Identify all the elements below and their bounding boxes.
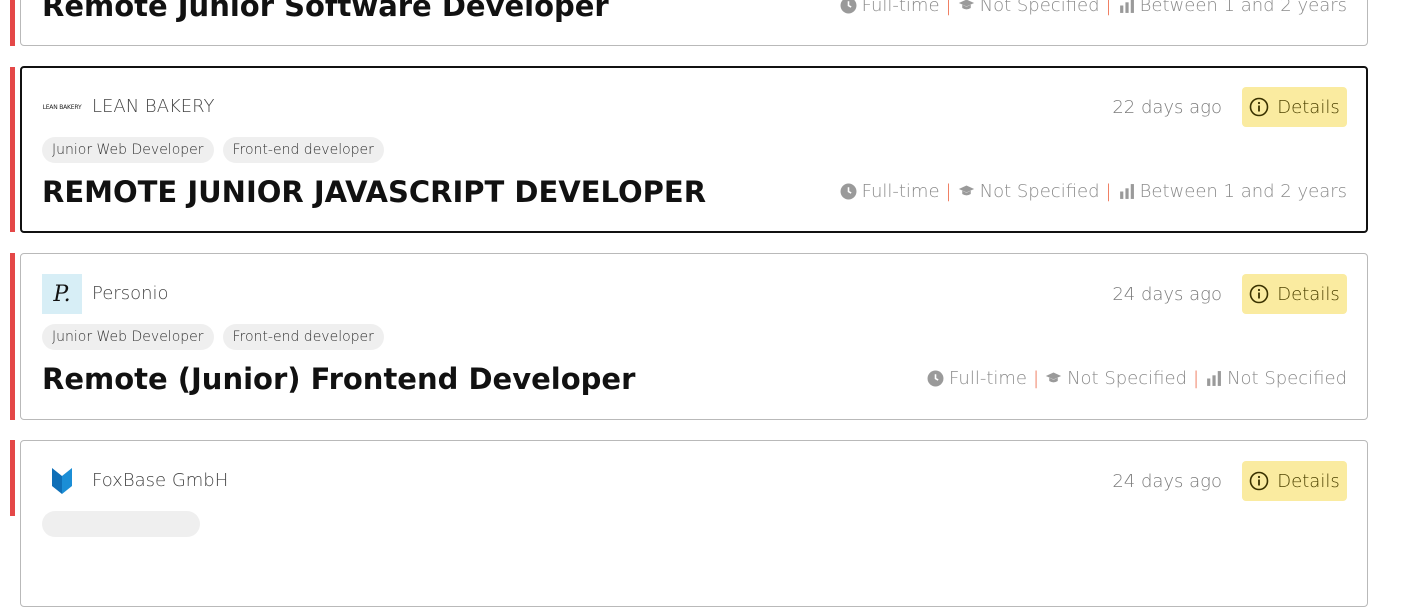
posted-date: 24 days ago [1112, 471, 1222, 492]
separator: | [1105, 181, 1112, 202]
bar-chart-icon [1118, 0, 1135, 14]
graduation-cap-icon [1045, 370, 1062, 387]
employment-type: Full-time [949, 368, 1027, 389]
company-name: LEAN BAKERY [92, 96, 215, 117]
separator: | [1193, 368, 1200, 389]
details-button[interactable]: Details [1242, 87, 1347, 127]
experience-level: Between 1 and 2 years [1139, 0, 1347, 16]
tag-list: Junior Web Developer Front-end developer [42, 137, 384, 163]
tag-list [42, 511, 200, 537]
clock-icon [927, 370, 944, 387]
foxbase-logo-icon [52, 468, 72, 494]
company-name: Personio [92, 283, 169, 304]
job-meta: Full-time | Not Specified | Not Specifie… [927, 368, 1347, 389]
employment-type: Full-time [861, 181, 940, 202]
card-accent-bar [10, 440, 15, 516]
details-label: Details [1277, 96, 1340, 118]
details-label: Details [1277, 283, 1340, 305]
company-logo: P. [42, 274, 82, 314]
info-icon [1249, 97, 1269, 117]
details-button[interactable]: Details [1242, 461, 1347, 501]
separator: | [945, 0, 952, 16]
separator: | [1033, 368, 1040, 389]
info-icon [1249, 284, 1269, 304]
education-level: Not Specified [1067, 368, 1187, 389]
job-meta: Full-time | Not Specified | Between 1 an… [840, 181, 1347, 202]
separator: | [945, 181, 952, 202]
job-title[interactable]: Remote (Junior) Frontend Developer [42, 362, 635, 396]
job-card[interactable]: LEAN BAKERY LEAN BAKERY 22 days ago Deta… [20, 66, 1368, 233]
employment-type: Full-time [861, 0, 940, 16]
card-accent-bar [10, 67, 15, 232]
tag-chip[interactable]: Junior Web Developer [42, 137, 214, 163]
bar-chart-icon [1118, 183, 1135, 200]
graduation-cap-icon [958, 0, 975, 14]
job-card[interactable]: FoxBase GmbH 24 days ago Details [20, 440, 1368, 607]
tag-chip[interactable] [42, 511, 200, 537]
tag-list: Junior Web Developer Front-end developer [42, 324, 384, 350]
clock-icon [840, 0, 857, 14]
company-logo: LEAN BAKERY [42, 87, 82, 127]
job-title[interactable]: REMOTE JUNIOR JAVASCRIPT DEVELOPER [42, 175, 706, 209]
details-label: Details [1277, 470, 1340, 492]
job-meta: Full-time | Not Specified | Between 1 an… [840, 0, 1347, 16]
education-level: Not Specified [979, 0, 1100, 16]
education-level: Not Specified [979, 181, 1100, 202]
company-logo-text: P. [53, 281, 71, 307]
tag-chip[interactable]: Junior Web Developer [42, 324, 214, 350]
graduation-cap-icon [958, 183, 975, 200]
job-card[interactable]: P. Personio 24 days ago Details Junior W… [20, 253, 1368, 420]
company-logo-text: LEAN BAKERY [42, 103, 82, 111]
bar-chart-icon [1205, 370, 1222, 387]
tag-chip[interactable]: Front-end developer [222, 324, 384, 350]
company-name: FoxBase GmbH [92, 470, 229, 491]
experience-level: Between 1 and 2 years [1139, 181, 1347, 202]
clock-icon [840, 183, 857, 200]
details-button[interactable]: Details [1242, 274, 1347, 314]
company-logo [42, 461, 82, 501]
job-card[interactable]: Remote Junior Software Developer Full-ti… [20, 0, 1368, 46]
job-title[interactable]: Remote Junior Software Developer [42, 0, 609, 23]
separator: | [1105, 0, 1112, 16]
info-icon [1249, 471, 1269, 491]
experience-level: Not Specified [1227, 368, 1347, 389]
card-accent-bar [10, 0, 15, 46]
card-accent-bar [10, 253, 15, 420]
posted-date: 22 days ago [1112, 97, 1222, 118]
tag-chip[interactable]: Front-end developer [222, 137, 384, 163]
posted-date: 24 days ago [1112, 284, 1222, 305]
